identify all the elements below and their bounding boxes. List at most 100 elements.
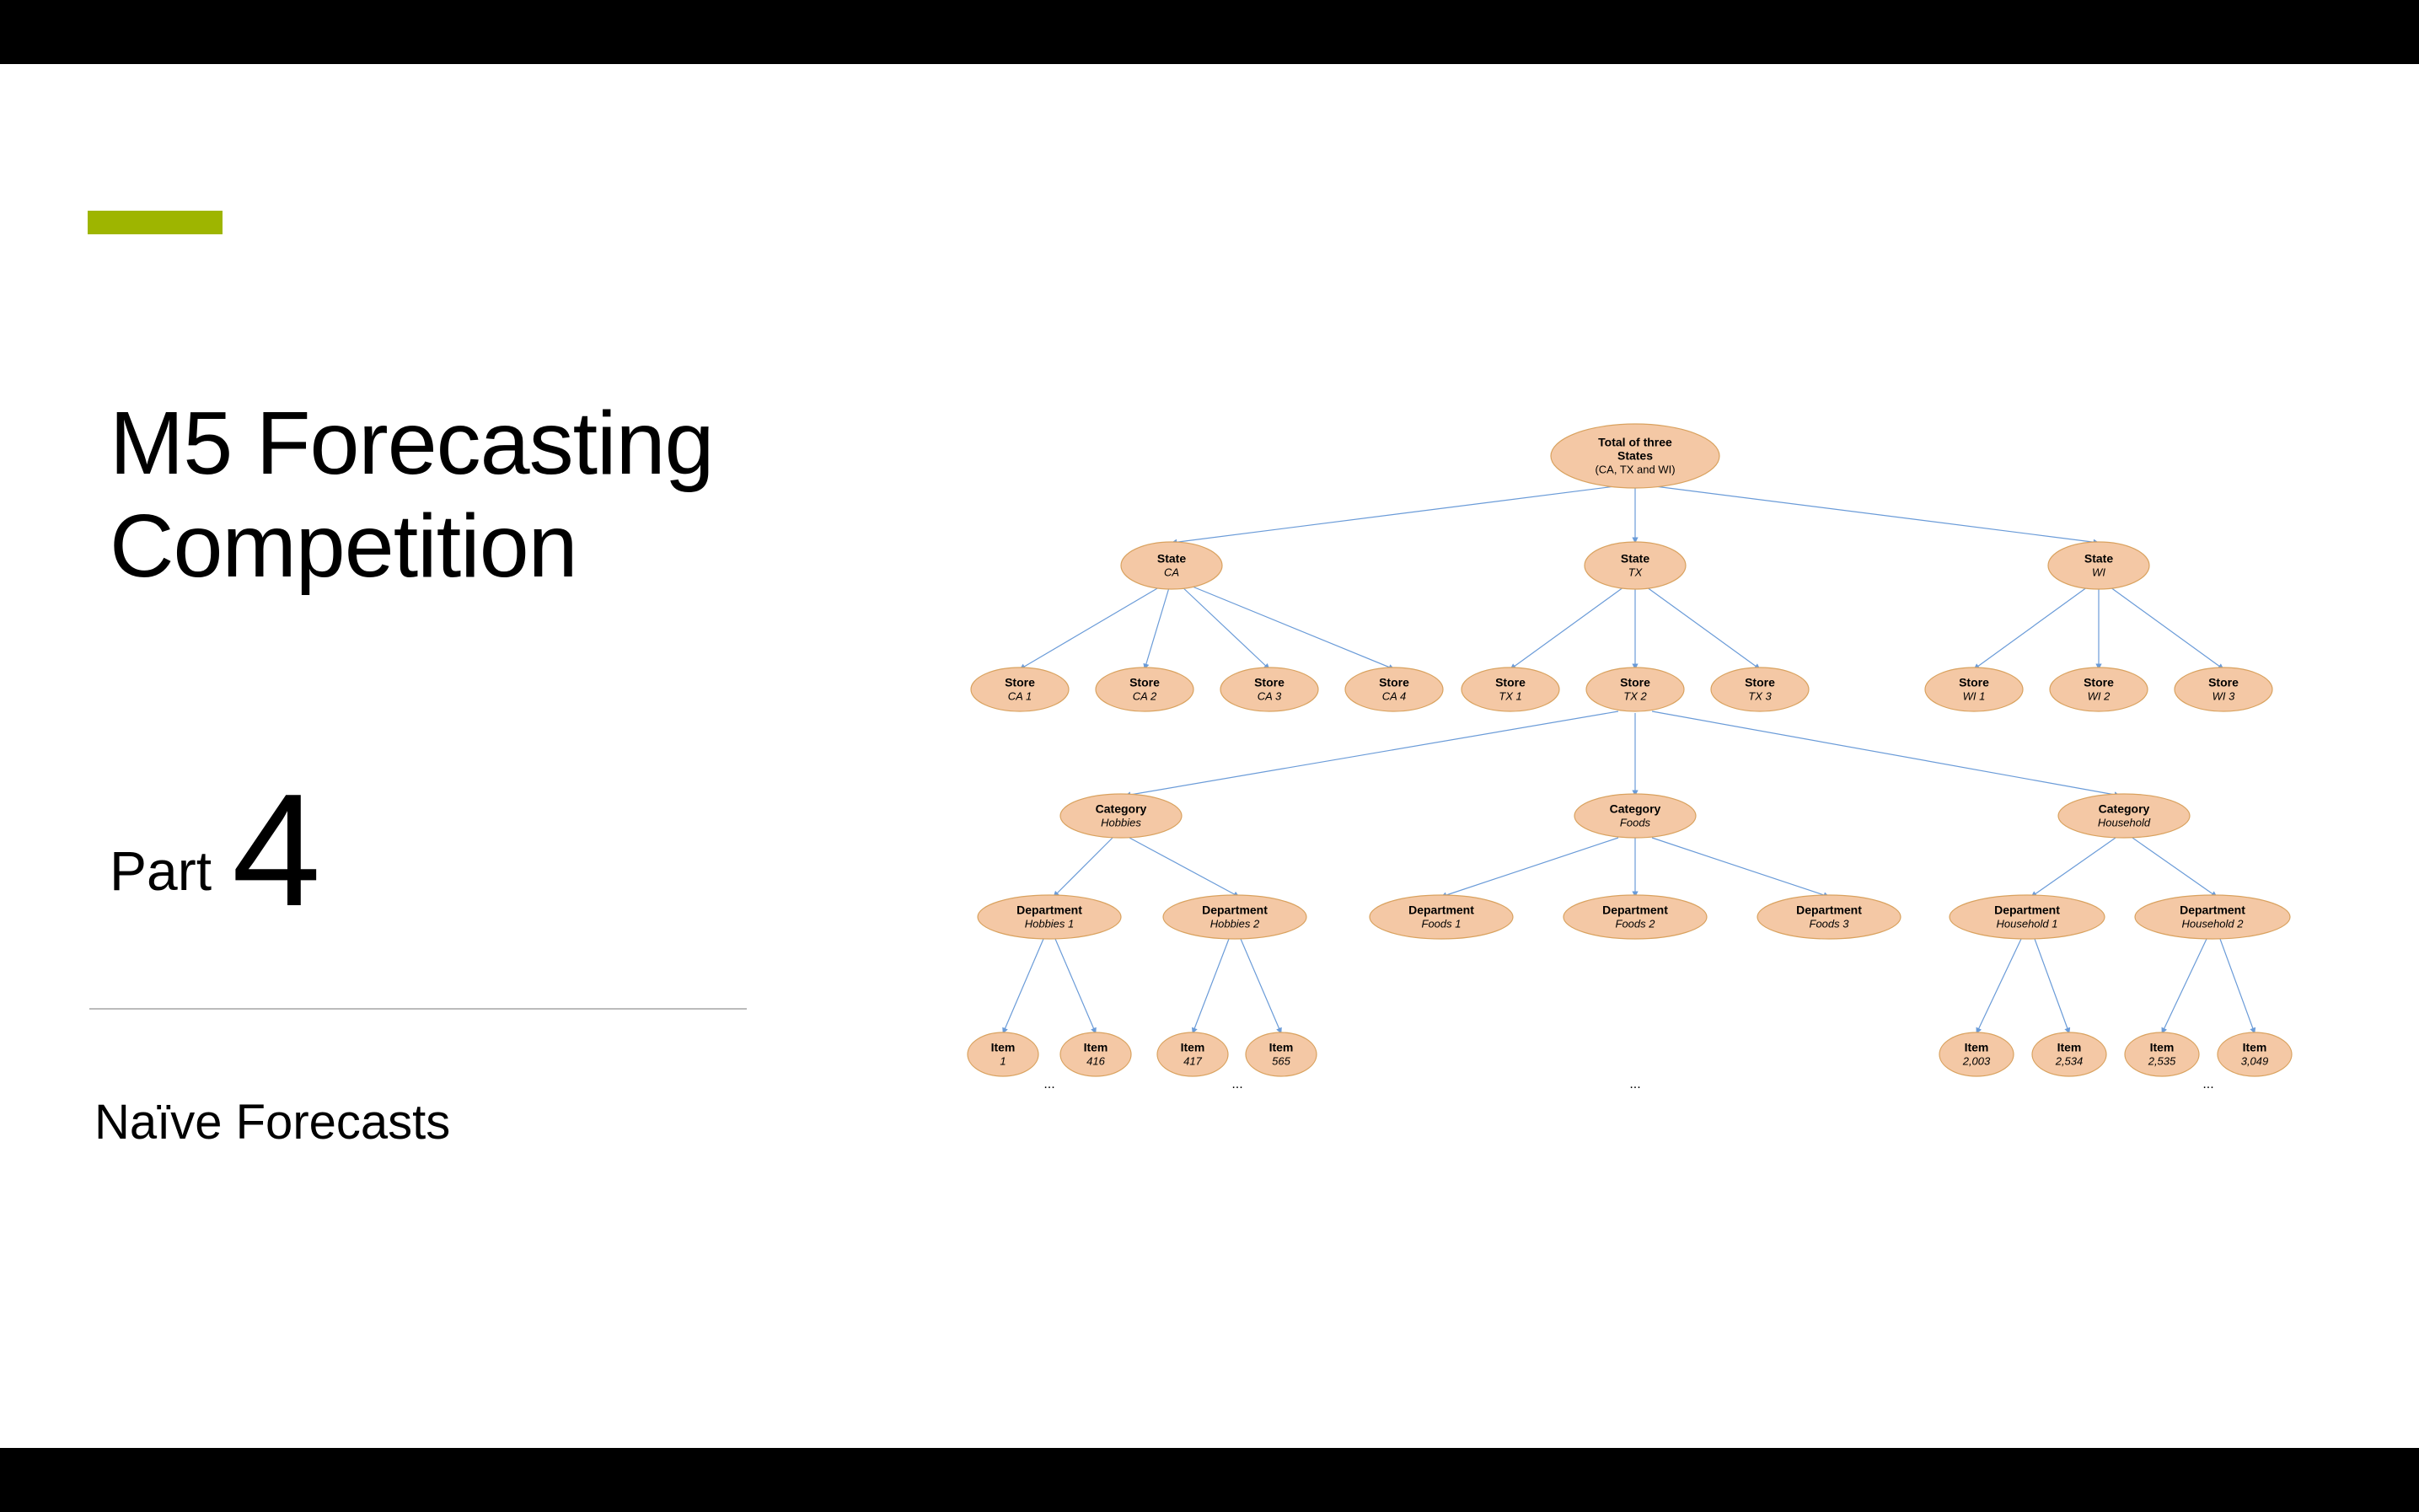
node-item-2534: Item 2,534	[2032, 1032, 2106, 1076]
svg-text:Store: Store	[1959, 676, 1989, 689]
link-h1-item416	[1055, 939, 1096, 1033]
svg-text:Item: Item	[1965, 1041, 1989, 1054]
link-household-hh2	[2132, 838, 2217, 897]
node-store-wi3: Store WI 3	[2175, 668, 2272, 711]
link-ca-ca1	[1020, 585, 1163, 669]
svg-text:WI 3: WI 3	[2212, 689, 2235, 702]
node-state-tx: State TX	[1585, 542, 1686, 589]
link-ca-ca3	[1180, 585, 1269, 669]
svg-text:Department: Department	[1602, 903, 1668, 917]
node-store-ca1: Store CA 1	[971, 668, 1069, 711]
svg-text:CA 4: CA 4	[1382, 689, 1406, 702]
svg-text:2,534: 2,534	[2055, 1054, 2084, 1067]
svg-text:Store: Store	[1745, 676, 1775, 689]
node-dept-hh2: Department Household 2	[2135, 895, 2290, 939]
svg-text:Item: Item	[2243, 1041, 2267, 1054]
svg-text:TX 3: TX 3	[1748, 689, 1772, 702]
node-store-ca3: Store CA 3	[1220, 668, 1318, 711]
link-household-hh1	[2031, 838, 2116, 897]
link-hobbies-h1	[1054, 838, 1113, 897]
link-root-ca	[1172, 484, 1635, 543]
link-tx2-hobbies	[1125, 711, 1618, 796]
svg-text:CA 1: CA 1	[1008, 689, 1032, 702]
svg-text:TX 1: TX 1	[1499, 689, 1521, 702]
svg-text:State: State	[2084, 552, 2113, 566]
node-store-tx3: Store TX 3	[1711, 668, 1809, 711]
node-state-wi: State WI	[2048, 542, 2149, 589]
svg-text:Category: Category	[1610, 802, 1661, 816]
link-tx2-household	[1652, 711, 2120, 796]
node-store-wi1: Store WI 1	[1925, 668, 2023, 711]
svg-text:417: 417	[1183, 1054, 1202, 1067]
node-item-1: Item 1	[968, 1032, 1038, 1076]
slide-title: M5 Forecasting Competition	[110, 393, 714, 598]
node-store-wi2: Store WI 2	[2050, 668, 2148, 711]
svg-text:Department: Department	[2180, 903, 2245, 917]
svg-text:Store: Store	[1129, 676, 1160, 689]
svg-text:Item: Item	[2057, 1041, 2082, 1054]
svg-text:1: 1	[1000, 1054, 1006, 1067]
link-hh2-item2535	[2162, 939, 2207, 1033]
node-item-565: Item 565	[1246, 1032, 1317, 1076]
svg-text:CA 2: CA 2	[1133, 689, 1157, 702]
link-ca-ca4	[1188, 585, 1394, 669]
svg-text:State: State	[1621, 552, 1649, 566]
svg-text:Store: Store	[1495, 676, 1526, 689]
root-line1: Total of three	[1598, 436, 1672, 449]
slide-subtitle: Naïve Forecasts	[94, 1094, 450, 1150]
node-store-tx2: Store TX 2	[1586, 668, 1684, 711]
part-label: Part	[110, 839, 212, 903]
svg-text:CA: CA	[1164, 566, 1179, 578]
svg-text:Item: Item	[1269, 1041, 1294, 1054]
link-wi-wi3	[2107, 585, 2223, 669]
link-foods-f1	[1441, 838, 1618, 897]
svg-text:Foods 2: Foods 2	[1616, 917, 1656, 930]
svg-text:Household: Household	[2098, 816, 2151, 828]
svg-text:TX: TX	[1628, 566, 1644, 578]
title-line-2: Competition	[110, 496, 577, 596]
svg-text:WI: WI	[2092, 566, 2105, 578]
svg-text:Hobbies: Hobbies	[1101, 816, 1141, 828]
link-hh1-item2534	[2035, 939, 2069, 1033]
link-foods-f3	[1652, 838, 1829, 897]
svg-text:Store: Store	[1620, 676, 1650, 689]
svg-text:Store: Store	[1379, 676, 1409, 689]
svg-text:Household 2: Household 2	[2182, 917, 2245, 930]
svg-text:Item: Item	[2150, 1041, 2175, 1054]
node-cat-hobbies: Category Hobbies	[1060, 794, 1182, 838]
node-dept-f2: Department Foods 2	[1564, 895, 1707, 939]
svg-text:Category: Category	[2099, 802, 2150, 816]
svg-text:Foods: Foods	[1620, 816, 1651, 828]
svg-text:TX 2: TX 2	[1623, 689, 1647, 702]
svg-text:565: 565	[1272, 1054, 1290, 1067]
svg-text:Store: Store	[1005, 676, 1035, 689]
node-root: Total of three States (CA, TX and WI)	[1551, 424, 1719, 488]
svg-text:416: 416	[1086, 1054, 1105, 1067]
svg-text:Item: Item	[1181, 1041, 1205, 1054]
svg-text:Department: Department	[1796, 903, 1862, 917]
node-item-2535: Item 2,535	[2125, 1032, 2199, 1076]
root-line3: (CA, TX and WI)	[1595, 463, 1675, 475]
svg-text:Hobbies 1: Hobbies 1	[1025, 917, 1075, 930]
svg-text:Item: Item	[1084, 1041, 1108, 1054]
link-h2-item417	[1193, 939, 1229, 1033]
node-dept-f3: Department Foods 3	[1757, 895, 1901, 939]
link-wi-wi1	[1974, 585, 2090, 669]
part-section: Part 4	[110, 755, 321, 915]
node-item-417: Item 417	[1157, 1032, 1228, 1076]
node-dept-h1: Department Hobbies 1	[978, 895, 1121, 939]
svg-text:Category: Category	[1096, 802, 1147, 816]
link-hh1-item2003	[1976, 939, 2021, 1033]
svg-text:Item: Item	[991, 1041, 1016, 1054]
ellipsis-4: ...	[2202, 1077, 2213, 1091]
part-number: 4	[232, 770, 321, 930]
svg-text:WI 2: WI 2	[2088, 689, 2111, 702]
svg-text:Store: Store	[1254, 676, 1285, 689]
title-line-1: M5 Forecasting	[110, 394, 714, 493]
svg-text:2,003: 2,003	[1962, 1054, 1991, 1067]
svg-text:Foods 1: Foods 1	[1422, 917, 1462, 930]
link-hobbies-h2	[1129, 838, 1239, 897]
svg-text:Department: Department	[1202, 903, 1268, 917]
node-cat-household: Category Household	[2058, 794, 2190, 838]
node-dept-hh1: Department Household 1	[1950, 895, 2105, 939]
